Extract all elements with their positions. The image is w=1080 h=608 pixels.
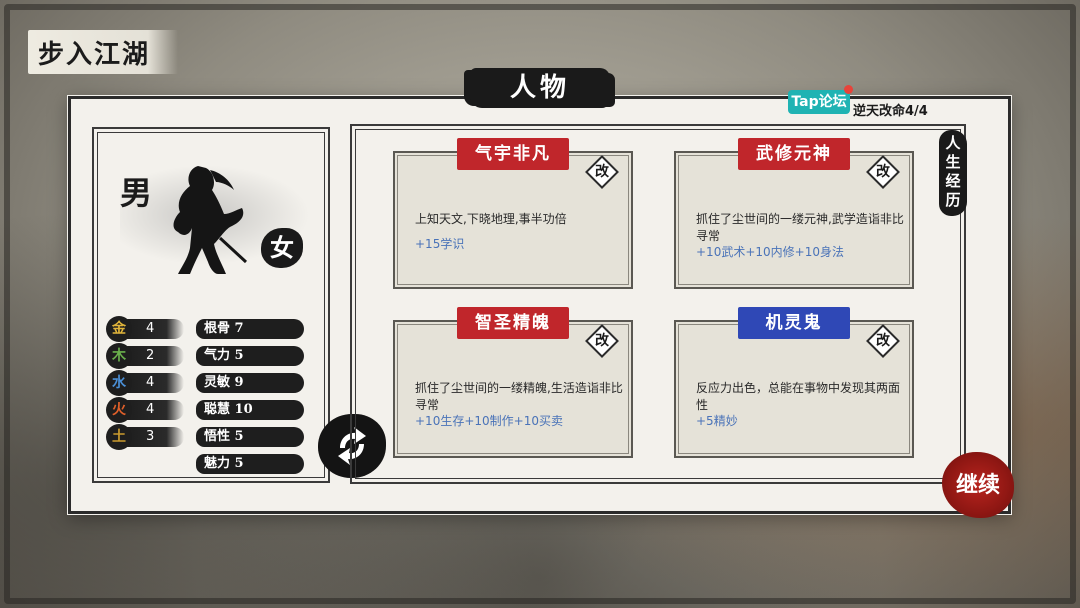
page-title: 步入江湖: [38, 40, 151, 70]
stat-value-bg: [126, 400, 184, 420]
attribute-gengu: 根骨 7: [204, 321, 244, 336]
reroll-counter: 逆天改命4/4: [853, 104, 928, 119]
edit-trait-button[interactable]: 改: [585, 324, 619, 358]
continue-button[interactable]: 继续: [942, 452, 1014, 518]
attribute-meili: 魅力 5: [204, 456, 244, 471]
trait-card: 机灵鬼 改 反应力出色，总能在事物中发现其两面性 +5精妙: [674, 307, 914, 458]
stat-value-bg: [126, 373, 184, 393]
trait-title: 武修元神: [756, 144, 832, 164]
metal-element-icon: 金: [106, 316, 132, 342]
attribute-qili: 气力 5: [204, 348, 244, 363]
stat-value-bg: [126, 346, 184, 366]
edit-label: 改: [595, 333, 609, 349]
trait-bonus: +15学识: [415, 237, 465, 251]
trait-card: 智圣精魄 改 抓住了尘世间的一缕精魄,生活造诣非比寻常 +10生存+10制作+1…: [393, 307, 633, 458]
life-history-char: 经: [945, 172, 961, 190]
fire-element-icon: 火: [106, 397, 132, 423]
trait-description: 反应力出色，总能在事物中发现其两面性: [696, 381, 901, 412]
stat-row: 金 4 根骨 7: [106, 316, 306, 342]
trait-description: 抓住了尘世间的一缕精魄,生活造诣非比寻常: [415, 381, 623, 412]
gender-female-option[interactable]: 女: [261, 228, 303, 268]
life-history-label: 人生经历: [939, 134, 967, 210]
life-history-char: 历: [945, 191, 961, 209]
stat-row: 火 4 聪慧 10: [106, 397, 306, 423]
edit-label: 改: [876, 333, 890, 349]
notification-dot-icon: [844, 85, 853, 94]
fire-value: 4: [146, 402, 155, 417]
stat-row: 木 2 气力 5: [106, 343, 306, 369]
stat-row: 土 3 悟性 5: [106, 424, 306, 450]
trait-title: 机灵鬼: [765, 313, 823, 333]
water-element-icon: 水: [106, 370, 132, 396]
edit-trait-button[interactable]: 改: [585, 155, 619, 189]
life-history-char: 生: [945, 153, 961, 171]
metal-value: 4: [146, 321, 155, 336]
tap-forum-button[interactable]: Tap论坛: [788, 90, 850, 114]
stat-row: 水 4 灵敏 9: [106, 370, 306, 396]
life-history-char: 人: [945, 134, 961, 152]
stat-value-bg: [126, 319, 184, 339]
trait-description: 抓住了尘世间的一缕元神,武学造诣非比寻常: [696, 212, 904, 243]
trait-bonus: +10武术+10内修+10身法: [696, 245, 844, 259]
wood-value: 2: [146, 348, 155, 363]
edit-label: 改: [876, 164, 890, 180]
edit-label: 改: [595, 164, 609, 180]
trait-title: 智圣精魄: [475, 313, 551, 333]
attribute-wuxing: 悟性 5: [204, 429, 244, 444]
earth-element-icon: 土: [106, 424, 132, 450]
stat-value-bg: [126, 427, 184, 447]
trait-card: 武修元神 改 抓住了尘世间的一缕元神,武学造诣非比寻常 +10武术+10内修+1…: [674, 138, 914, 289]
water-value: 4: [146, 375, 155, 390]
trait-title: 气宇非凡: [475, 144, 551, 164]
gender-male-option[interactable]: 男: [120, 168, 152, 214]
wood-element-icon: 木: [106, 343, 132, 369]
earth-value: 3: [146, 429, 155, 444]
character-portrait: [173, 166, 248, 274]
stat-row: 魅力 5: [106, 451, 306, 475]
edit-trait-button[interactable]: 改: [866, 324, 900, 358]
trait-description: 上知天文,下晓地理,事半功倍: [415, 212, 567, 226]
trait-bonus: +5精妙: [696, 414, 738, 428]
attribute-conghui: 聪慧 10: [204, 402, 253, 417]
panel-title: 人物: [509, 73, 570, 103]
trait-card: 气宇非凡 改 上知天文,下晓地理,事半功倍 +15学识: [393, 138, 633, 289]
attribute-lingmin: 灵敏 9: [204, 375, 244, 390]
edit-trait-button[interactable]: 改: [866, 155, 900, 189]
trait-bonus: +10生存+10制作+10买卖: [415, 414, 563, 428]
